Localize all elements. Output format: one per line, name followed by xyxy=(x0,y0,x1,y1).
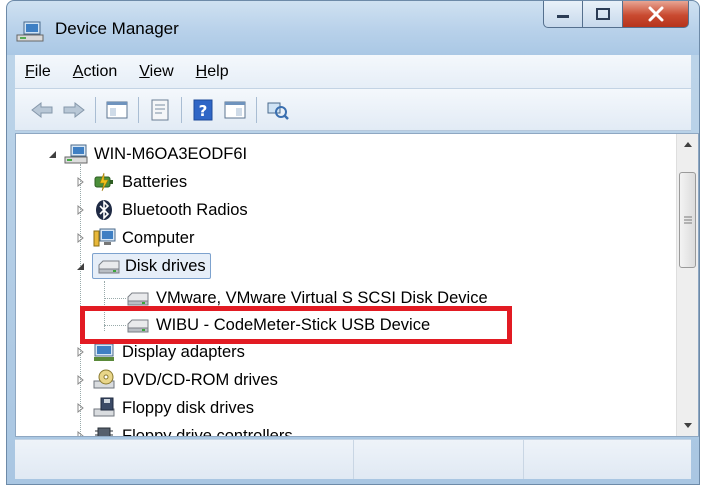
tree-item-floppy-disk-drives[interactable]: Floppy disk drives xyxy=(74,394,254,422)
console-tree-icon xyxy=(106,101,128,118)
action-pane-button[interactable] xyxy=(222,97,248,123)
device-manager-icon xyxy=(15,19,45,45)
battery-icon xyxy=(92,171,116,193)
status-cell xyxy=(524,440,692,479)
collapsed-triangle-icon[interactable] xyxy=(74,402,86,414)
maximize-button[interactable] xyxy=(583,1,623,28)
display-adapter-icon xyxy=(92,341,116,363)
scan-hardware-icon xyxy=(267,102,289,120)
svg-text:?: ? xyxy=(199,102,208,120)
scan-hardware-button[interactable] xyxy=(265,97,291,123)
computer-icon xyxy=(64,143,88,165)
collapsed-triangle-icon[interactable] xyxy=(74,374,86,386)
menu-action[interactable]: Action xyxy=(73,63,117,81)
expanded-triangle-icon[interactable] xyxy=(46,148,58,160)
help-button[interactable]: ? xyxy=(190,97,216,123)
minimize-icon xyxy=(557,15,569,18)
show-hide-console-tree-button[interactable] xyxy=(104,97,130,123)
floppy-drive-icon xyxy=(92,397,116,419)
collapsed-triangle-icon[interactable] xyxy=(74,232,86,244)
expanded-triangle-icon[interactable] xyxy=(74,260,86,272)
tree-item-floppy-drive-controllers[interactable]: Floppy drive controllers xyxy=(74,422,293,436)
toolbar-separator xyxy=(181,96,182,123)
toolbar-separator xyxy=(256,96,257,123)
tree-item-label: Batteries xyxy=(122,172,188,191)
tree-item-label: Display adapters xyxy=(122,342,245,361)
disk-drive-icon xyxy=(97,255,121,277)
tree-item-label: Floppy disk drives xyxy=(122,398,255,417)
collapsed-triangle-icon[interactable] xyxy=(74,176,86,188)
computer-icon xyxy=(92,227,116,249)
dvd-drive-icon xyxy=(92,369,116,391)
scrollbar-thumb[interactable] xyxy=(679,172,696,268)
toolbar-separator xyxy=(138,96,139,123)
scroll-up-button[interactable] xyxy=(677,134,698,154)
menu-help[interactable]: Help xyxy=(196,63,229,81)
status-cell xyxy=(354,440,524,479)
bluetooth-icon xyxy=(92,199,116,221)
menu-file[interactable]: File xyxy=(25,63,51,81)
collapsed-triangle-icon[interactable] xyxy=(74,204,86,216)
red-highlight-annotation xyxy=(80,306,512,344)
action-pane-icon xyxy=(224,101,246,118)
device-manager-window: Device Manager File Action View Help ? W… xyxy=(6,0,700,485)
status-cell xyxy=(15,440,354,479)
window-title: Device Manager xyxy=(55,19,179,38)
tree-item-label: Computer xyxy=(122,228,195,247)
minimize-button[interactable] xyxy=(543,1,583,28)
back-button[interactable] xyxy=(29,97,55,123)
collapsed-triangle-icon[interactable] xyxy=(74,430,86,436)
properties-button[interactable] xyxy=(147,97,173,123)
menu-bar: File Action View Help xyxy=(15,55,691,89)
help-icon: ? xyxy=(193,99,213,120)
back-arrow-icon xyxy=(31,101,53,118)
device-tree: WIN-M6OA3EODF6I Batteries Bluetooth Radi… xyxy=(16,134,676,436)
forward-button[interactable] xyxy=(61,97,87,123)
tree-item-bluetooth-radios[interactable]: Bluetooth Radios xyxy=(74,196,248,224)
tree-item-label: Floppy drive controllers xyxy=(122,426,293,437)
close-icon xyxy=(648,6,663,22)
grip-icon xyxy=(683,216,692,224)
device-tree-pane[interactable]: WIN-M6OA3EODF6I Batteries Bluetooth Radi… xyxy=(15,133,699,437)
selected-node: Disk drives xyxy=(92,253,211,279)
collapsed-triangle-icon[interactable] xyxy=(74,346,86,358)
tree-item-label: DVD/CD-ROM drives xyxy=(122,370,278,389)
title-bar[interactable]: Device Manager xyxy=(7,1,699,55)
properties-icon xyxy=(151,99,169,120)
tree-item-dvd-cd-rom-drives[interactable]: DVD/CD-ROM drives xyxy=(74,366,278,394)
menu-view[interactable]: View xyxy=(139,63,173,81)
floppy-controller-icon xyxy=(92,425,116,436)
tree-root-label: WIN-M6OA3EODF6I xyxy=(94,144,248,163)
scroll-down-button[interactable] xyxy=(677,416,698,436)
status-bar xyxy=(15,439,691,479)
maximize-icon xyxy=(595,8,610,20)
tree-item-label: Bluetooth Radios xyxy=(122,200,248,219)
tree-item-computer[interactable]: Computer xyxy=(74,224,194,252)
vertical-scrollbar[interactable] xyxy=(676,134,698,436)
tree-item-label: Disk drives xyxy=(125,256,206,275)
scroll-up-icon xyxy=(683,142,692,147)
tree-item-disk-drives[interactable]: Disk drives xyxy=(74,252,211,280)
forward-arrow-icon xyxy=(63,101,85,118)
scroll-down-icon xyxy=(683,423,692,428)
tree-root[interactable]: WIN-M6OA3EODF6I xyxy=(46,140,247,168)
close-button[interactable] xyxy=(623,1,689,28)
toolbar: ? xyxy=(15,89,691,131)
tree-item-label: VMware, VMware Virtual S SCSI Disk Devic… xyxy=(156,288,488,307)
tree-item-batteries[interactable]: Batteries xyxy=(74,168,187,196)
toolbar-separator xyxy=(95,96,96,123)
